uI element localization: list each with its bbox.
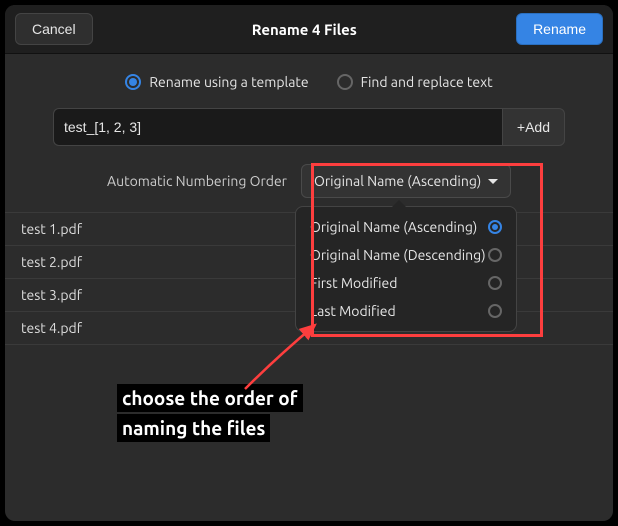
template-row: +Add <box>53 108 565 146</box>
annotation-line2: naming the files <box>117 414 270 442</box>
menu-item-label: Original Name (Descending) <box>310 247 486 263</box>
radio-icon <box>488 276 502 290</box>
radio-icon <box>488 304 502 318</box>
order-label: Automatic Numbering Order <box>107 173 287 189</box>
radio-icon <box>337 74 353 90</box>
annotation-line1: choose the order of <box>117 384 303 412</box>
menu-item-label: Original Name (Ascending) <box>310 219 477 235</box>
order-dropdown-menu: Original Name (Ascending) Original Name … <box>295 206 517 332</box>
mode-findreplace-label: Find and replace text <box>361 74 493 90</box>
rename-button[interactable]: Rename <box>516 13 603 45</box>
mode-template[interactable]: Rename using a template <box>125 74 308 90</box>
radio-icon <box>488 220 502 234</box>
menu-item-label: First Modified <box>310 275 397 291</box>
mode-findreplace[interactable]: Find and replace text <box>337 74 493 90</box>
dialog-title: Rename 4 Files <box>252 21 357 38</box>
annotation-text: choose the order of naming the files <box>117 383 303 444</box>
titlebar: Cancel Rename 4 Files Rename <box>5 5 613 54</box>
mode-template-label: Rename using a template <box>149 74 308 90</box>
rename-dialog: Cancel Rename 4 Files Rename Rename usin… <box>5 5 613 521</box>
chevron-down-icon <box>488 179 498 184</box>
cancel-button[interactable]: Cancel <box>15 13 93 45</box>
radio-icon <box>488 248 502 262</box>
mode-selector: Rename using a template Find and replace… <box>5 54 613 108</box>
order-option-original-asc[interactable]: Original Name (Ascending) <box>296 213 516 241</box>
order-row: Automatic Numbering Order Original Name … <box>5 164 613 198</box>
radio-icon <box>125 74 141 90</box>
order-selected: Original Name (Ascending) <box>314 173 481 189</box>
order-option-original-desc[interactable]: Original Name (Descending) <box>296 241 516 269</box>
add-button[interactable]: +Add <box>502 108 565 146</box>
order-option-first-modified[interactable]: First Modified <box>296 269 516 297</box>
menu-item-label: Last Modified <box>310 303 396 319</box>
order-dropdown[interactable]: Original Name (Ascending) <box>301 164 511 198</box>
order-option-last-modified[interactable]: Last Modified <box>296 297 516 325</box>
template-input[interactable] <box>53 108 502 146</box>
